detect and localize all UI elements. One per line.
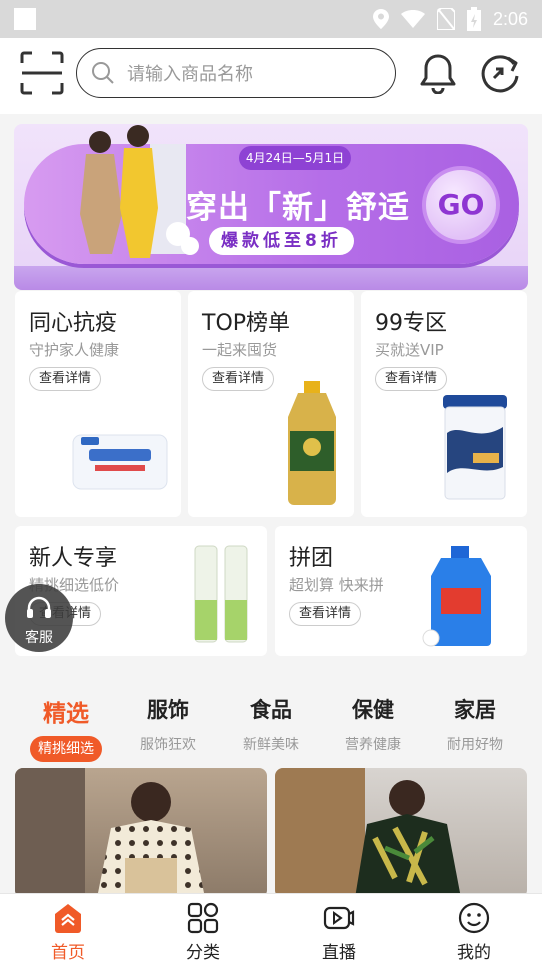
nav-label: 我的 [457, 943, 491, 963]
nav-label: 分类 [186, 943, 220, 963]
nav-label: 首页 [51, 943, 85, 963]
scan-button[interactable] [20, 51, 64, 95]
headset-icon [27, 596, 51, 618]
card-title: TOP榜单 [202, 311, 291, 336]
refresh-button[interactable] [478, 52, 522, 94]
status-bar: 2:06 [0, 0, 542, 38]
banner-date: 4月24日—5月1日 [239, 146, 351, 170]
tab-apparel[interactable]: 服饰 服饰狂欢 [118, 682, 218, 758]
status-time: 2:06 [492, 8, 528, 29]
scan-icon [20, 51, 64, 95]
detergent-bottle-image [422, 546, 491, 647]
wifi-icon [400, 10, 425, 28]
location-icon [372, 9, 389, 29]
card-subtitle: 超划算 快来拼 [289, 576, 384, 594]
tab-sub: 营养健康 [345, 737, 401, 753]
card-subtitle: 一起来囤货 [202, 341, 278, 359]
nav-profile[interactable]: 我的 [424, 894, 524, 965]
product-tile[interactable] [275, 768, 527, 898]
card-fight-epidemic[interactable]: 同心抗疫 守护家人健康 查看详情 [15, 291, 181, 517]
nav-home[interactable]: 首页 [18, 894, 118, 965]
tab-sub: 精挑细选 [30, 736, 102, 762]
banner-go-button[interactable]: GO [422, 166, 500, 244]
category-tabs: 精选 精挑细选 服饰 服饰狂欢 食品 新鲜美味 保健 营养健康 家居 耐用好物 [0, 682, 542, 762]
profile-face-icon [458, 902, 490, 934]
tab-sub: 服饰狂欢 [140, 737, 196, 753]
card-subtitle: 买就送VIP [375, 341, 444, 359]
search-placeholder: 请输入商品名称 [127, 64, 253, 85]
no-sim-icon [436, 8, 455, 30]
card-group-buy[interactable]: 拼团 超划算 快来拼 查看详情 [275, 526, 527, 656]
tab-label: 保健 [352, 698, 394, 722]
tab-label: 食品 [250, 698, 292, 722]
tab-featured[interactable]: 精选 精挑细选 [16, 682, 116, 762]
card-subtitle: 守护家人健康 [29, 341, 120, 359]
bottom-navigation: 首页 分类 直播 我的 [0, 893, 542, 965]
tab-label: 服饰 [147, 698, 189, 722]
promo-banner[interactable]: 4月24日—5月1日 穿出「新」舒适 爆款低至8折 GO [14, 124, 528, 290]
service-label: 客服 [25, 630, 53, 646]
search-bar[interactable]: 请输入商品名称 [76, 48, 396, 98]
card-title: 同心抗疫 [29, 311, 118, 336]
card-title: 拼团 [289, 546, 334, 571]
wipes-product-image [72, 434, 168, 490]
grid-icon [187, 902, 219, 934]
product-image [275, 768, 461, 898]
product-image [15, 768, 205, 898]
tab-label: 家居 [454, 698, 496, 722]
battery-charging-icon [466, 7, 481, 31]
milk-powder-can-image [443, 395, 507, 500]
spray-bottles-image [194, 545, 248, 643]
home-icon [55, 904, 81, 933]
refresh-icon [481, 55, 519, 93]
tab-home-goods[interactable]: 家居 耐用好物 [425, 682, 525, 758]
card-title: 新人专享 [29, 546, 118, 571]
bell-icon [420, 54, 456, 95]
view-details-button[interactable]: 查看详情 [29, 367, 102, 391]
card-top-ranking[interactable]: TOP榜单 一起来囤货 查看详情 [188, 291, 354, 517]
live-video-icon [323, 906, 355, 930]
tab-sub: 耐用好物 [447, 737, 503, 753]
view-details-button[interactable]: 查看详情 [202, 367, 275, 391]
nav-label: 直播 [322, 943, 356, 963]
tab-label: 精选 [43, 701, 89, 727]
view-details-button[interactable]: 查看详情 [289, 602, 362, 626]
card-title: 99专区 [375, 311, 447, 336]
notification-icon [14, 8, 36, 30]
tab-food[interactable]: 食品 新鲜美味 [221, 682, 321, 758]
banner-title: 穿出「新」舒适 [186, 190, 410, 226]
tab-health[interactable]: 保健 营养健康 [323, 682, 423, 758]
nav-live[interactable]: 直播 [289, 894, 389, 965]
product-tile[interactable] [15, 768, 267, 898]
banner-subtitle: 爆款低至8折 [209, 227, 354, 255]
card-99-zone[interactable]: 99专区 买就送VIP 查看详情 [361, 291, 527, 517]
banner-models-image [80, 125, 199, 258]
oil-bottle-image [288, 381, 336, 505]
nav-category[interactable]: 分类 [153, 894, 253, 965]
notification-button[interactable] [418, 52, 458, 95]
customer-service-button[interactable]: 客服 [5, 584, 73, 652]
search-icon [92, 62, 114, 84]
view-details-button[interactable]: 查看详情 [375, 367, 448, 391]
top-header: 请输入商品名称 [0, 38, 542, 114]
tab-sub: 新鲜美味 [243, 737, 299, 753]
